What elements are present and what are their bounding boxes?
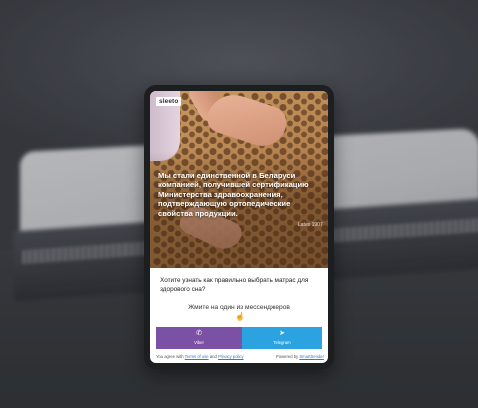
hero-photo: sleeto Мы стали единственной в Беларуси … (150, 91, 328, 268)
powered-text: Powered by (276, 354, 299, 359)
footer-legal: You agree with Terms of use and Privacy … (156, 354, 244, 359)
agree-text: You agree with (156, 354, 184, 359)
and-text: and (209, 354, 217, 359)
telegram-button[interactable]: ➤ Telegram (242, 327, 322, 349)
question-text: Хотите узнать как правильно выбрать матр… (160, 277, 309, 293)
widget-screen: sleeto Мы стали единственной в Беларуси … (150, 91, 328, 363)
telegram-button-label: Telegram (273, 340, 291, 345)
footer-powered: Powered by SmartSender (276, 354, 324, 359)
viber-button[interactable]: ✆ Viber (156, 327, 242, 349)
widget-footer: You agree with Terms of use and Privacy … (156, 354, 324, 362)
privacy-link[interactable]: Privacy policy (218, 354, 244, 359)
terms-link[interactable]: Terms of use (185, 354, 209, 359)
messenger-prompt: Жмите на один из мессенджеров (188, 304, 290, 311)
viber-icon: ✆ (196, 330, 202, 337)
headline: Мы стали единственной в Беларуси компани… (158, 171, 309, 218)
photo-caption: Latex 1907 (298, 222, 323, 228)
smartsender-link[interactable]: SmartSender (299, 354, 324, 359)
pointing-hand-icon: ☝ (235, 312, 245, 321)
telegram-icon: ➤ (279, 330, 285, 337)
viber-button-label: Viber (194, 340, 204, 345)
brand-logo: sleeto (156, 97, 182, 106)
tablet-device: sleeto Мы стали единственной в Беларуси … (144, 85, 334, 369)
